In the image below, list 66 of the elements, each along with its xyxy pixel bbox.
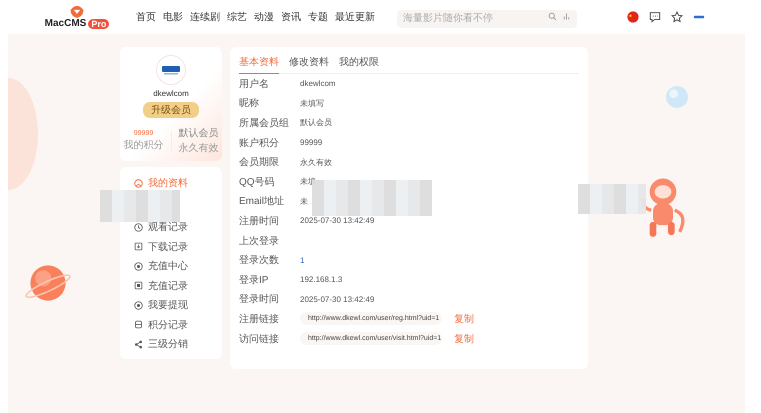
nav-link[interactable]: 最近更新	[335, 10, 375, 24]
field-value: 2025-07-30 13:42:49	[300, 294, 374, 304]
field-label: QQ号码	[239, 176, 276, 189]
message-icon[interactable]	[649, 11, 661, 23]
upgrade-button[interactable]: 升级会员	[143, 102, 199, 118]
menu-item[interactable]: 充值记录	[134, 278, 188, 292]
logo[interactable]: MacCMS Pro	[46, 5, 108, 29]
nav-link[interactable]: 综艺	[227, 10, 247, 24]
nav-link[interactable]: 动漫	[254, 10, 274, 24]
field-value: 99999	[300, 138, 322, 148]
coin-icon	[134, 262, 143, 270]
share-icon	[134, 340, 143, 348]
username: dkewlcom	[153, 89, 189, 98]
field-label: 会员期限	[239, 156, 280, 170]
field-value: 1	[300, 256, 304, 265]
database-icon	[134, 320, 143, 329]
coin-icon	[134, 300, 143, 310]
menu-item[interactable]: 三级分销	[134, 337, 188, 351]
field-value: 2025-07-30 13:42:49	[300, 216, 374, 226]
field-label: 登录时间	[239, 292, 280, 306]
field-value: 永久有效	[300, 156, 332, 168]
field-label: 昵称	[239, 97, 260, 110]
field-label: 访问链接	[239, 332, 280, 346]
nav-link[interactable]: 电影	[163, 10, 183, 24]
menu-item[interactable]: 积分记录	[134, 318, 188, 332]
menu-item[interactable]: 下载记录	[134, 240, 188, 254]
field-value: 未填	[300, 176, 316, 188]
field-label: 账户积分	[239, 136, 280, 150]
field-value: 默认会员	[300, 117, 332, 128]
menu-item[interactable]: 充值中心	[134, 259, 188, 273]
nav-link[interactable]: 资讯	[281, 10, 301, 24]
field-value: 未	[300, 196, 308, 207]
field-label: Email地址	[239, 194, 286, 208]
logo-text: MacCMS	[44, 18, 86, 29]
star-icon[interactable]	[671, 11, 683, 23]
stat-value: 默认会员	[178, 127, 218, 140]
tab[interactable]: 修改资料	[289, 55, 329, 74]
logo-badge: Pro	[88, 18, 110, 28]
field-label: 所属会员组	[239, 116, 290, 130]
field-label: 登录次数	[239, 254, 280, 268]
blur-patch	[578, 184, 646, 214]
bubble-drawing	[666, 86, 688, 108]
field-label: 登录IP	[239, 274, 270, 287]
menu-item[interactable]: 我要提现	[134, 298, 188, 312]
stat-label: 永久有效	[178, 142, 218, 155]
clock-icon	[134, 222, 143, 232]
field-value: 未填写	[300, 98, 324, 109]
stat-label: 我的积分	[124, 138, 164, 152]
field-label: 用户名	[239, 78, 270, 91]
search-field[interactable]: 海量影片随你看不停	[397, 10, 577, 28]
nav-link[interactable]: 连续剧	[190, 10, 220, 24]
nav-link[interactable]: 专题	[308, 10, 328, 24]
chart-icon[interactable]	[562, 12, 571, 21]
download-icon	[134, 242, 143, 251]
field-value: 192.168.1.3	[300, 275, 342, 284]
flag-icon[interactable]	[627, 11, 639, 23]
nav-link[interactable]: 首页	[136, 10, 156, 24]
field-value: dkewlcom	[300, 79, 336, 88]
field-label: 注册时间	[239, 214, 280, 228]
field-label: 注册链接	[239, 312, 280, 326]
search-icon[interactable]	[548, 12, 557, 21]
logo-icon	[69, 5, 85, 18]
tab[interactable]: 我的权限	[339, 55, 379, 74]
field-label: 上次登录	[239, 234, 280, 248]
square-icon	[134, 281, 143, 290]
menu-item[interactable]: 观看记录	[134, 220, 188, 234]
